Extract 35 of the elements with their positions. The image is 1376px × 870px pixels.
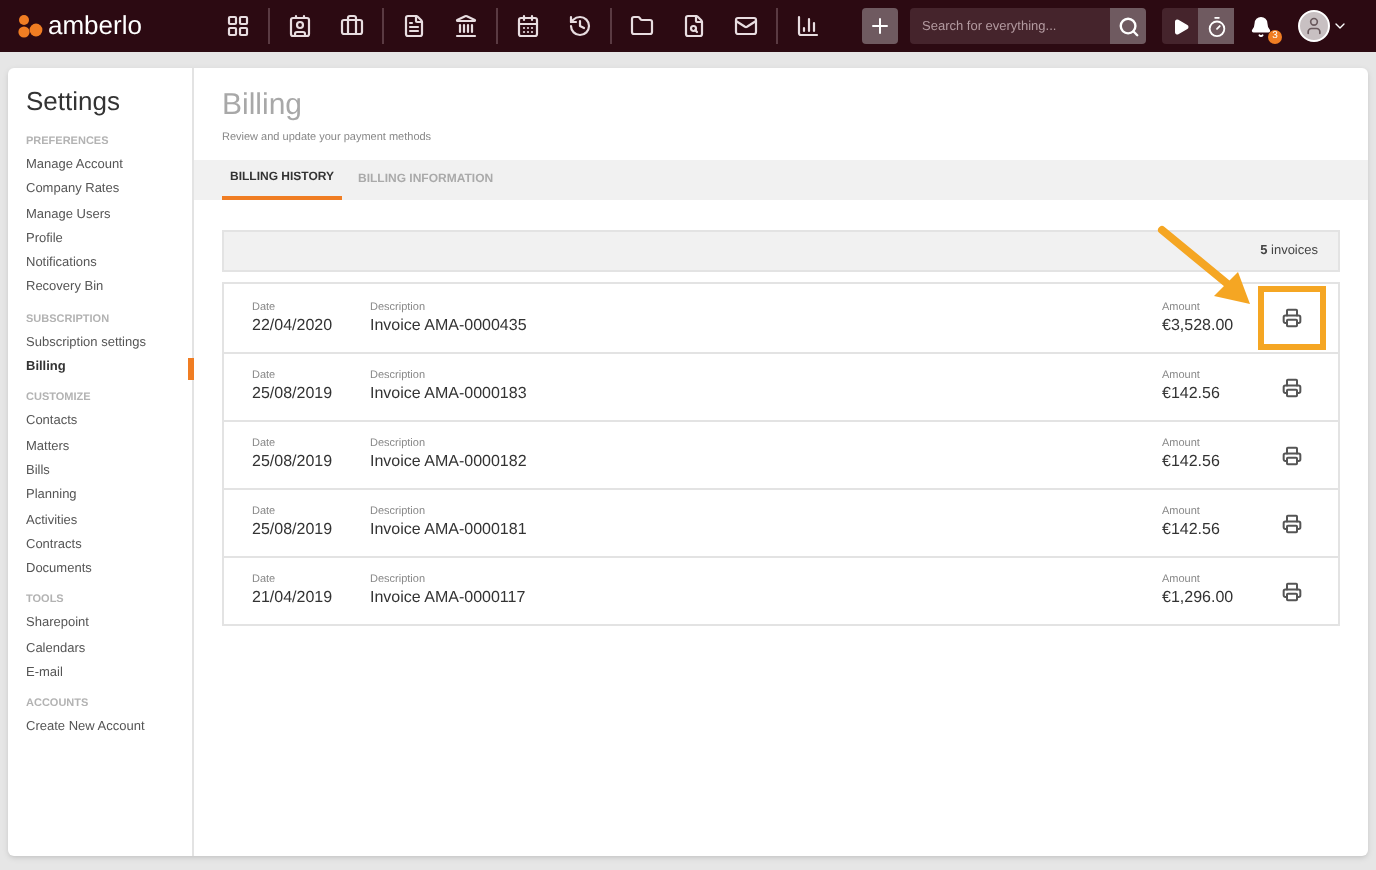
invoice-amount: €3,528.00 bbox=[1162, 315, 1236, 335]
notifications-icon[interactable] bbox=[1250, 15, 1272, 37]
add-button[interactable] bbox=[862, 8, 898, 44]
timer-button[interactable] bbox=[1198, 8, 1234, 44]
print-button[interactable] bbox=[1282, 445, 1302, 465]
play-icon bbox=[1171, 17, 1189, 35]
print-button[interactable] bbox=[1282, 308, 1302, 328]
print-button[interactable] bbox=[1282, 581, 1302, 601]
invoice-description: Invoice AMA-0000182 bbox=[370, 452, 529, 472]
plus-icon bbox=[868, 14, 892, 38]
invoice-date: 25/08/2019 bbox=[252, 384, 335, 404]
print-button[interactable] bbox=[1282, 377, 1302, 397]
search-button[interactable] bbox=[1110, 8, 1146, 44]
selected-indicator bbox=[188, 358, 194, 381]
invoice-description: Invoice AMA-0000117 bbox=[370, 588, 528, 608]
invoice-date: 25/08/2019 bbox=[252, 520, 335, 540]
search-icon bbox=[1117, 15, 1139, 37]
sidebar-title: Settings bbox=[26, 86, 122, 118]
invoice-amount: €142.56 bbox=[1162, 452, 1222, 472]
invoice-description: Invoice AMA-0000183 bbox=[370, 384, 529, 404]
invoice-amount: €142.56 bbox=[1162, 520, 1222, 540]
avatar[interactable] bbox=[1298, 10, 1330, 42]
page-title: Billing bbox=[222, 88, 305, 124]
invoice-date: 21/04/2019 bbox=[252, 588, 335, 608]
caret-icon[interactable] bbox=[1332, 18, 1348, 34]
logo-icon bbox=[16, 14, 44, 38]
invoice-amount: €1,296.00 bbox=[1162, 588, 1236, 608]
invoice-amount: €142.56 bbox=[1162, 384, 1222, 404]
invoice-description: Invoice AMA-0000435 bbox=[370, 315, 529, 335]
invoice-description: Invoice AMA-0000181 bbox=[370, 520, 529, 540]
stopwatch-icon bbox=[1205, 15, 1227, 37]
invoice-date: 25/08/2019 bbox=[252, 452, 335, 472]
brand-name: amberlo bbox=[48, 8, 144, 45]
print-button[interactable] bbox=[1282, 513, 1302, 533]
invoice-date: 22/04/2020 bbox=[252, 315, 335, 335]
